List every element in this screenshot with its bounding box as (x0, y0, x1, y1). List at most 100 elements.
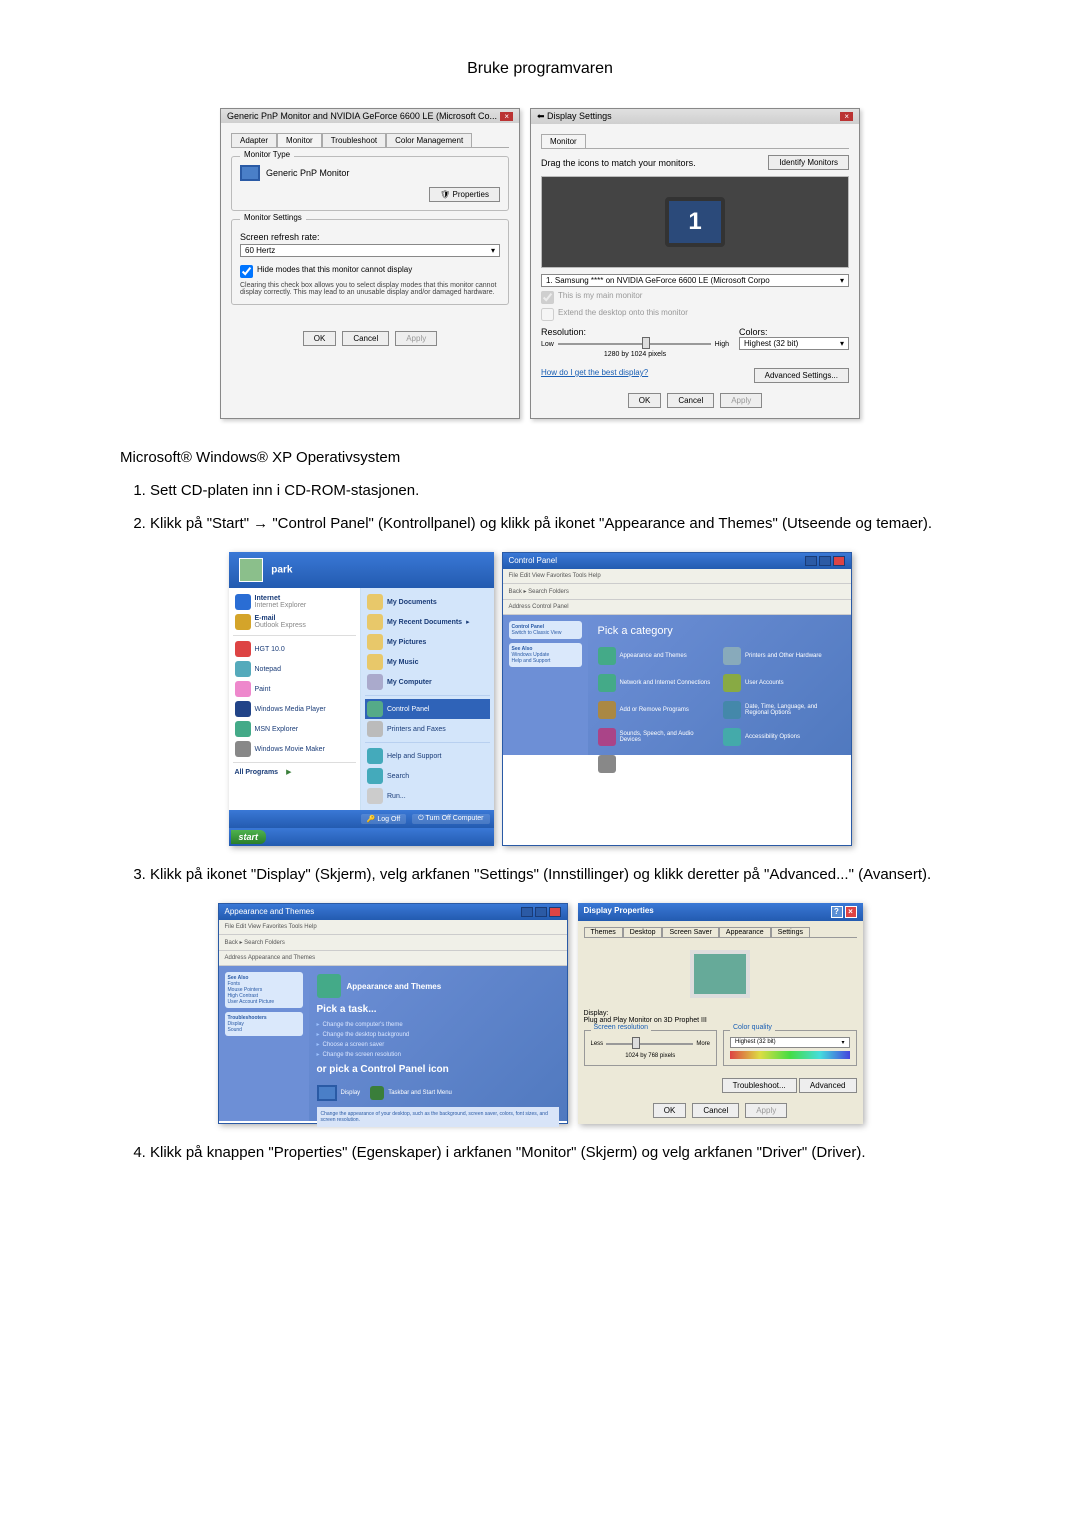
cat-accessibility[interactable]: Accessibility Options (723, 728, 841, 746)
help-icon[interactable]: ? (831, 906, 843, 918)
start-item-email[interactable]: E-mailOutlook Express (233, 612, 357, 632)
start-control-panel[interactable]: Control Panel (365, 699, 490, 719)
resolution-slider[interactable] (558, 343, 711, 345)
cat-appearance[interactable]: Appearance and Themes (598, 647, 716, 665)
start-recent-docs[interactable]: My Recent Documents ▸ (365, 612, 490, 632)
monitor-select[interactable]: 1. Samsung **** on NVIDIA GeForce 6600 L… (541, 274, 849, 287)
cat-performance[interactable]: Performance and Maintenance (598, 755, 716, 773)
task-screensaver[interactable]: Choose a screen saver (317, 1041, 559, 1048)
monitor-preview[interactable]: 1 (665, 197, 725, 247)
tab-themes[interactable]: Themes (584, 927, 623, 937)
cat-printers[interactable]: Printers and Other Hardware (723, 647, 841, 665)
main-monitor-label: This is my main monitor (558, 291, 642, 300)
minimize-icon[interactable] (521, 907, 533, 917)
res-value: 1024 by 768 pixels (591, 1053, 711, 1059)
tab-screensaver[interactable]: Screen Saver (662, 927, 718, 937)
apply-button[interactable]: Apply (720, 393, 762, 408)
see-also-help[interactable]: Help and Support (512, 658, 551, 664)
ok-button[interactable]: OK (303, 331, 337, 346)
resolution-slider[interactable] (606, 1043, 693, 1045)
cancel-button[interactable]: Cancel (342, 331, 389, 346)
cpanel-main: Pick a category Appearance and Themes Pr… (588, 615, 851, 755)
cat-addremove[interactable]: Add or Remove Programs (598, 701, 716, 719)
cp-icon-taskbar[interactable]: Taskbar and Start Menu (370, 1086, 452, 1100)
start-item-notepad[interactable]: Notepad (233, 659, 357, 679)
cancel-button[interactable]: Cancel (667, 393, 714, 408)
quality-select[interactable]: Highest (32 bit)▾ (730, 1037, 850, 1048)
maximize-icon[interactable] (819, 556, 831, 566)
advanced-settings-button[interactable]: Advanced Settings... (754, 368, 849, 383)
close-icon[interactable]: × (840, 112, 853, 121)
cancel-button[interactable]: Cancel (692, 1103, 739, 1118)
switch-classic-link[interactable]: Switch to Classic View (512, 630, 562, 636)
start-run[interactable]: Run... (365, 786, 490, 806)
res-value: 1280 by 1024 pixels (541, 351, 729, 358)
troubleshoot-button[interactable]: Troubleshoot... (722, 1078, 797, 1093)
start-my-pictures[interactable]: My Pictures (365, 632, 490, 652)
start-button[interactable]: start (231, 830, 267, 844)
tab-desktop[interactable]: Desktop (623, 927, 663, 937)
start-my-music[interactable]: My Music (365, 652, 490, 672)
arrow-right-icon: ▶ (286, 768, 291, 776)
cpanel-menubar[interactable]: File Edit View Favorites Tools Help (503, 569, 851, 584)
maximize-icon[interactable] (535, 907, 547, 917)
close-icon[interactable] (833, 556, 845, 566)
drag-text: Drag the icons to match your monitors. (541, 158, 696, 168)
tab-monitor[interactable]: Monitor (277, 133, 322, 147)
close-icon[interactable]: × (500, 112, 513, 121)
tab-monitor[interactable]: Monitor (541, 134, 586, 148)
advanced-button[interactable]: Advanced (799, 1078, 857, 1093)
task-resolution[interactable]: Change the screen resolution (317, 1051, 559, 1058)
start-item-hgt[interactable]: HGT 10.0 (233, 639, 357, 659)
chevron-down-icon: ▾ (840, 276, 844, 285)
cat-users[interactable]: User Accounts (723, 674, 841, 692)
start-item-wmp[interactable]: Windows Media Player (233, 699, 357, 719)
appearance-menubar[interactable]: File Edit View Favorites Tools Help (219, 920, 567, 935)
tab-color-mgmt[interactable]: Color Management (386, 133, 472, 147)
cat-network[interactable]: Network and Internet Connections (598, 674, 716, 692)
ok-button[interactable]: OK (628, 393, 662, 408)
logoff-button[interactable]: 🔑 Log Off (361, 814, 407, 824)
ok-button[interactable]: OK (653, 1103, 687, 1118)
task-background[interactable]: Change the desktop background (317, 1031, 559, 1038)
start-item-paint[interactable]: Paint (233, 679, 357, 699)
tab-adapter[interactable]: Adapter (231, 133, 277, 147)
apply-button[interactable]: Apply (745, 1103, 787, 1118)
start-my-computer[interactable]: My Computer (365, 672, 490, 692)
all-programs[interactable]: All Programs ▶ (233, 766, 357, 778)
tab-troubleshoot[interactable]: Troubleshoot (322, 133, 386, 147)
cpanel-address[interactable]: Address Control Panel (503, 600, 851, 615)
side-userpic[interactable]: User Account Picture (228, 999, 275, 1005)
start-item-internet[interactable]: InternetInternet Explorer (233, 592, 357, 612)
cat-datetime[interactable]: Date, Time, Language, and Regional Optio… (723, 701, 841, 719)
cp-icon-display[interactable]: Display (317, 1085, 361, 1101)
appearance-toolbar[interactable]: Back ▸ Search Folders (219, 935, 567, 951)
start-item-movie[interactable]: Windows Movie Maker (233, 739, 357, 759)
appearance-address[interactable]: Address Appearance and Themes (219, 951, 567, 966)
properties-button[interactable]: 🛡 Properties (429, 187, 500, 202)
apply-button[interactable]: Apply (395, 331, 437, 346)
tab-settings[interactable]: Settings (771, 927, 810, 937)
start-printers[interactable]: Printers and Faxes (365, 719, 490, 739)
start-help[interactable]: Help and Support (365, 746, 490, 766)
task-theme[interactable]: Change the computer's theme (317, 1021, 559, 1028)
start-item-msn[interactable]: MSN Explorer (233, 719, 357, 739)
start-my-documents[interactable]: My Documents (365, 592, 490, 612)
colors-select[interactable]: Highest (32 bit)▾ (739, 337, 849, 350)
close-icon[interactable]: × (845, 906, 857, 918)
refresh-rate-select[interactable]: 60 Hertz▾ (240, 244, 500, 257)
trouble-sound[interactable]: Sound (228, 1027, 242, 1033)
identify-monitors-button[interactable]: Identify Monitors (768, 155, 849, 170)
cat-sounds[interactable]: Sounds, Speech, and Audio Devices (598, 728, 716, 746)
cpanel-toolbar[interactable]: Back ▸ Search Folders (503, 584, 851, 600)
close-icon[interactable] (549, 907, 561, 917)
extend-desktop-checkbox (541, 308, 554, 321)
minimize-icon[interactable] (805, 556, 817, 566)
start-search[interactable]: Search (365, 766, 490, 786)
pick-task-title: Pick a task... (317, 1004, 559, 1015)
turnoff-button[interactable]: ⏻ Turn Off Computer (412, 814, 489, 824)
best-display-link[interactable]: How do I get the best display? (541, 368, 648, 383)
hide-modes-checkbox[interactable] (240, 265, 253, 278)
tab-appearance[interactable]: Appearance (719, 927, 771, 937)
refresh-rate-label: Screen refresh rate: (240, 232, 500, 242)
